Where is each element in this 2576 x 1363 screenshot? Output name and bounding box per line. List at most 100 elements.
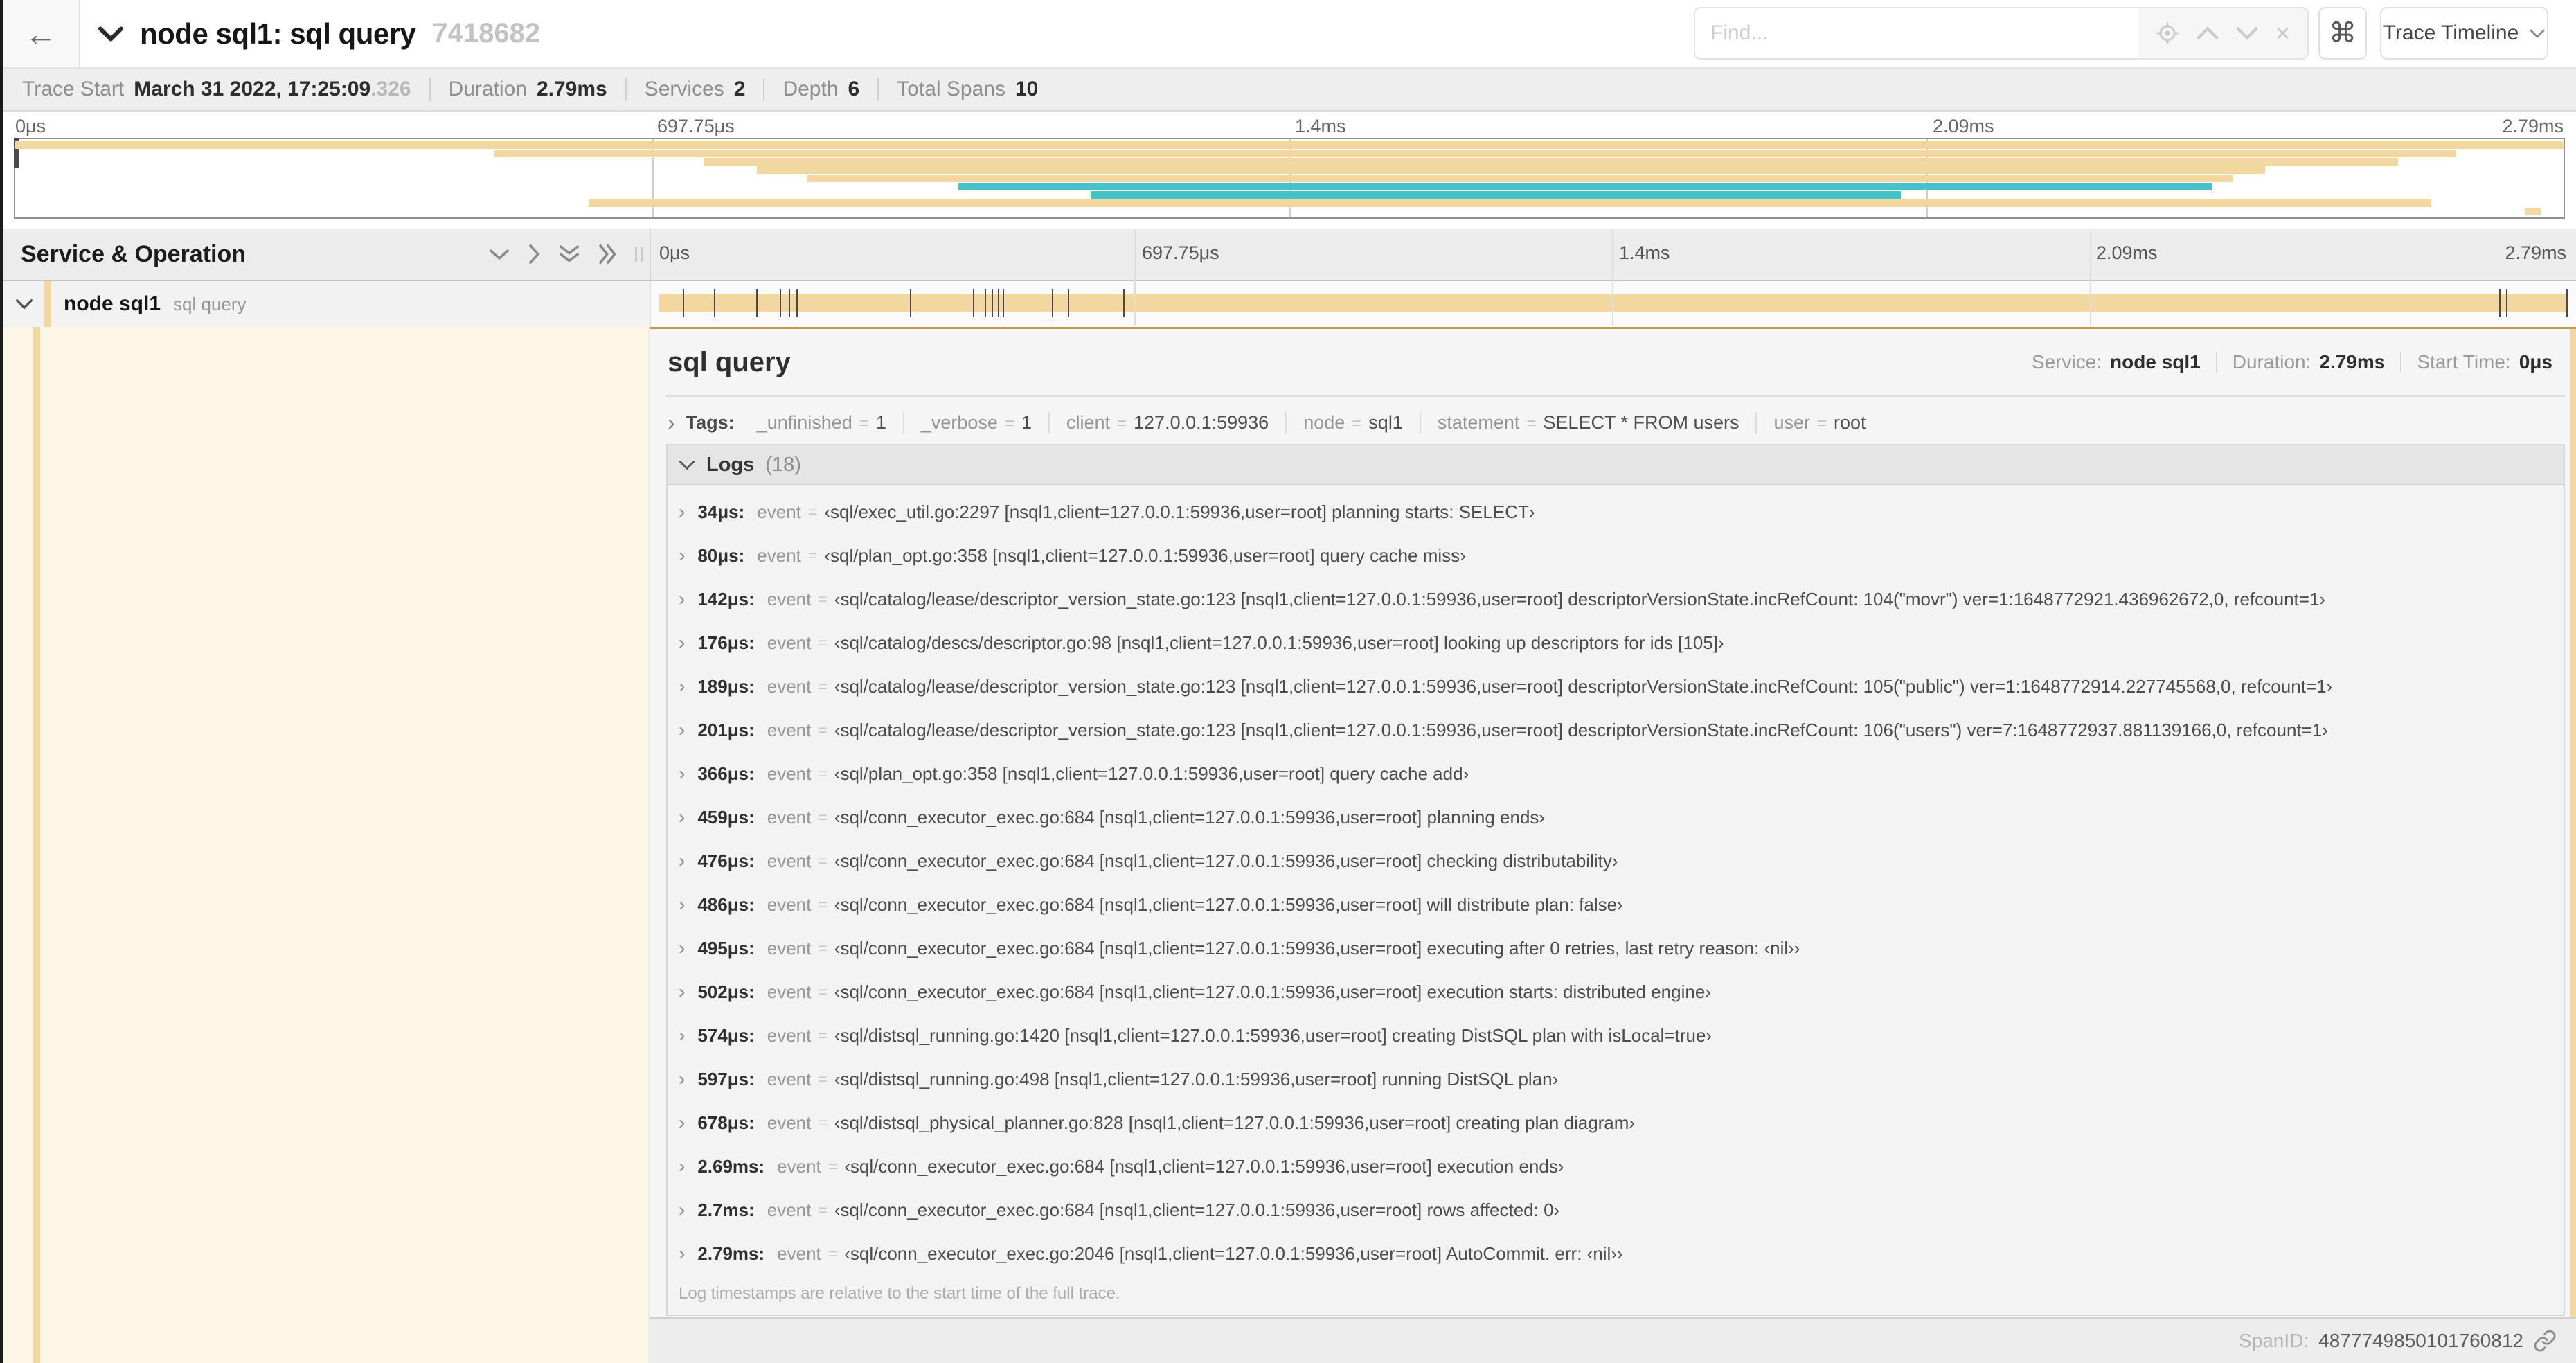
find-next-icon[interactable] — [2236, 26, 2258, 40]
log-row[interactable]: › 486μs: event = ‹sql/conn_executor_exec.go:… — [668, 885, 2564, 929]
log-expander-icon[interactable]: › — [679, 937, 685, 959]
log-field-key: event — [767, 1069, 812, 1089]
log-field-value: ‹sql/exec_util.go:2297 [nsql1,client=127… — [824, 501, 1535, 522]
find-clear-icon[interactable]: × — [2275, 21, 2290, 46]
minimap-canvas[interactable] — [14, 138, 2565, 219]
expand-one-chevron-right-icon[interactable] — [528, 244, 541, 265]
log-field-key: event — [767, 676, 812, 697]
log-expander-icon[interactable]: › — [679, 893, 685, 916]
detail-operation-title: sql query — [668, 346, 791, 377]
log-expander-icon[interactable]: › — [679, 1199, 685, 1221]
tag-equals: = — [1817, 413, 1827, 433]
log-field-value: ‹sql/plan_opt.go:358 [nsql1,client=127.0… — [824, 545, 1466, 566]
log-timestamp: 486μs: — [697, 894, 755, 915]
log-expander-icon[interactable]: › — [679, 763, 685, 785]
tag-equals: = — [859, 413, 869, 433]
log-row[interactable]: › 2.79ms: event = ‹sql/conn_executor_exec.go… — [668, 1234, 2564, 1278]
log-expander-icon[interactable]: › — [679, 1024, 685, 1046]
tag-value: 127.0.0.1:59936 — [1134, 411, 1269, 433]
log-row[interactable]: › 34μs: event = ‹sql/exec_util.go:2297 [nsql… — [668, 492, 2564, 536]
log-field-key: event — [777, 1156, 821, 1177]
log-expander-icon[interactable]: › — [679, 806, 685, 828]
tags-row[interactable]: › Tags: _unfinished = 1 _verbose = 1 client = 12… — [668, 405, 2552, 440]
log-expander-icon[interactable]: › — [679, 544, 685, 567]
log-row[interactable]: › 2.69ms: event = ‹sql/conn_executor_exec.go… — [668, 1147, 2564, 1191]
start-time-value: 0μs — [2519, 351, 2552, 373]
span-operation-name: sql query — [173, 293, 247, 314]
log-row[interactable]: › 502μs: event = ‹sql/conn_executor_exec.go:… — [668, 972, 2564, 1016]
log-expander-icon[interactable]: › — [679, 501, 685, 523]
log-expander-icon[interactable]: › — [679, 1155, 685, 1177]
tag-equals: = — [1004, 413, 1014, 433]
keyboard-shortcut-button[interactable]: ⌘ — [2318, 7, 2367, 60]
log-field-equals: = — [818, 983, 828, 1001]
log-row[interactable]: › 142μs: event = ‹sql/catalog/lease/descript… — [668, 580, 2564, 623]
column-resizer-handle[interactable] — [635, 247, 643, 262]
log-field-value: ‹sql/distsql_running.go:498 [nsql1,clien… — [834, 1069, 1559, 1089]
log-timestamp: 2.7ms: — [697, 1200, 755, 1220]
link-icon[interactable] — [2533, 1329, 2557, 1353]
span-id-label: SpanID: — [2238, 1330, 2309, 1351]
log-field-value: ‹sql/conn_executor_exec.go:2046 [nsql1,c… — [844, 1243, 1623, 1264]
trace-header: ← node sql1: sql query 7418682 × ⌘ Trace… — [3, 0, 2576, 69]
tag-item: statement = SELECT * FROM users — [1419, 411, 1756, 434]
log-timestamp: 495μs: — [697, 938, 755, 959]
log-timestamp: 34μs: — [697, 501, 745, 522]
find-prev-icon[interactable] — [2197, 26, 2219, 40]
log-expander-icon[interactable]: › — [679, 675, 685, 697]
log-field-key: event — [767, 894, 812, 915]
log-expander-icon[interactable]: › — [679, 1242, 685, 1265]
chevron-down-icon — [679, 460, 695, 470]
log-row[interactable]: › 597μs: event = ‹sql/distsql_running.go:498… — [668, 1060, 2564, 1103]
back-button[interactable]: ← — [3, 0, 80, 67]
tag-key: _verbose — [920, 411, 998, 433]
log-field-value: ‹sql/conn_executor_exec.go:684 [nsql1,cl… — [844, 1156, 1564, 1177]
log-row[interactable]: › 176μs: event = ‹sql/catalog/descs/descript… — [668, 623, 2564, 667]
tag-item: user = root — [1755, 411, 1882, 434]
title-collapse-chevron-icon[interactable] — [98, 26, 123, 42]
log-row[interactable]: › 80μs: event = ‹sql/plan_opt.go:358 [nsql1,… — [668, 536, 2564, 580]
log-row[interactable]: › 678μs: event = ‹sql/distsql_physical_plann… — [668, 1103, 2564, 1147]
divider — [666, 395, 2565, 397]
locate-icon[interactable] — [2156, 21, 2179, 45]
view-selector-button[interactable]: Trace Timeline — [2380, 7, 2548, 60]
summary-item-value: March 31 2022, 17:25:09 — [134, 78, 371, 100]
log-field-value: ‹sql/catalog/lease/descriptor_version_st… — [834, 589, 2326, 609]
log-row[interactable]: › 495μs: event = ‹sql/conn_executor_exec.go:… — [668, 929, 2564, 972]
tag-value: 1 — [1021, 411, 1032, 433]
log-row[interactable]: › 459μs: event = ‹sql/conn_executor_exec.go:… — [668, 798, 2564, 841]
log-field-equals: = — [807, 503, 818, 521]
log-expander-icon[interactable]: › — [679, 850, 685, 872]
logs-header[interactable]: Logs (18) — [668, 445, 2564, 485]
log-timestamp: 189μs: — [697, 676, 755, 697]
log-row[interactable]: › 476μs: event = ‹sql/conn_executor_exec.go:… — [668, 841, 2564, 885]
tag-value: sql1 — [1368, 411, 1403, 433]
span-row-label-cell[interactable]: node sql1 sql query — [3, 281, 651, 327]
log-expander-icon[interactable]: › — [679, 719, 685, 741]
find-input[interactable] — [1695, 8, 2138, 58]
log-expander-icon[interactable]: › — [679, 1068, 685, 1090]
trace-id: 7418682 — [432, 18, 541, 48]
detail-header: sql query Service: node sql1 Duration: 2… — [668, 340, 2552, 384]
span-service-name: node sql1 — [64, 292, 161, 315]
log-expander-icon[interactable]: › — [679, 1112, 685, 1134]
expand-all-double-chevron-right-icon[interactable] — [598, 244, 618, 265]
span-collapse-chevron-icon[interactable] — [15, 299, 33, 310]
log-row[interactable]: › 366μs: event = ‹sql/plan_opt.go:358 [nsql1… — [668, 754, 2564, 798]
log-row[interactable]: › 201μs: event = ‹sql/catalog/lease/descript… — [668, 711, 2564, 754]
log-expander-icon[interactable]: › — [679, 632, 685, 654]
summary-item-value: 10 — [1014, 78, 1039, 100]
log-row[interactable]: › 574μs: event = ‹sql/distsql_running.go:142… — [668, 1016, 2564, 1060]
summary-item-value: 2.79ms — [536, 78, 607, 100]
tags-expander-icon[interactable]: › — [668, 411, 675, 434]
collapse-one-chevron-down-icon[interactable] — [489, 248, 510, 261]
tag-key: statement — [1437, 411, 1520, 433]
log-field-equals: = — [818, 590, 828, 608]
collapse-all-double-chevron-down-icon[interactable] — [559, 244, 580, 265]
log-row[interactable]: › 189μs: event = ‹sql/catalog/lease/descript… — [668, 667, 2564, 711]
log-field-equals: = — [818, 939, 828, 957]
log-expander-icon[interactable]: › — [679, 981, 685, 1003]
log-expander-icon[interactable]: › — [679, 588, 685, 610]
log-row[interactable]: › 2.7ms: event = ‹sql/conn_executor_exec.go:… — [668, 1191, 2564, 1234]
summary-item: Duration 2.79ms — [449, 78, 607, 101]
